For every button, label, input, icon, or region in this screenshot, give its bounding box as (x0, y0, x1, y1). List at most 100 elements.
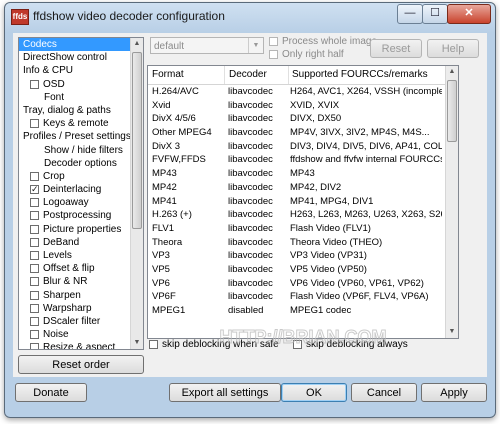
sidebar-item[interactable]: Profiles / Preset settings (19, 130, 143, 143)
scroll-down-arrow-icon[interactable]: ▼ (446, 326, 458, 338)
skip-deblocking-always-checkbox[interactable] (293, 340, 302, 349)
sidebar-item[interactable]: Font (19, 91, 143, 104)
sidebar-item[interactable]: OSD (19, 78, 143, 91)
skip-deblocking-always-option[interactable]: skip deblocking always (293, 339, 408, 350)
sidebar-item-checkbox[interactable] (30, 237, 39, 247)
sidebar-item[interactable]: Picture properties (19, 223, 143, 236)
preset-dropdown-value: default (154, 41, 185, 52)
sidebar-item[interactable]: Noise (19, 328, 143, 341)
sidebar-item[interactable]: DirectShow control (19, 51, 143, 64)
sidebar-item[interactable]: DScaler filter (19, 315, 143, 328)
scroll-down-arrow-icon[interactable]: ▼ (131, 337, 143, 349)
sidebar-item[interactable]: Levels (19, 249, 143, 262)
sidebar-item[interactable]: Tray, dialog & paths (19, 104, 143, 117)
sidebar-item[interactable]: Resize & aspect (19, 341, 143, 349)
sidebar-item[interactable]: Deinterlacing (19, 183, 143, 196)
sidebar-scrollbar[interactable]: ▲ ▼ (130, 38, 143, 349)
sidebar-item[interactable]: Decoder options (19, 157, 143, 170)
codec-fourcc-cell: DIV3, DIV4, DIV5, DIV6, AP41, COL1... (290, 140, 442, 152)
title-bar[interactable]: ffds ffdshow video decoder configuration… (5, 3, 495, 31)
sidebar-scroll-thumb[interactable] (132, 52, 142, 229)
codec-row[interactable]: DivX 3 libavcodec DIV3, DIV4, DIV5, DIV6, … (148, 140, 446, 154)
cancel-button[interactable]: Cancel (351, 383, 417, 402)
sidebar-item[interactable]: Codecs (19, 38, 143, 52)
codec-row[interactable]: FVFW,FFDS libavcodec ffdshow and ffvfw int… (148, 153, 446, 167)
sidebar-item-checkbox[interactable] (30, 264, 39, 274)
sidebar-item[interactable]: Show / hide filters (19, 144, 143, 157)
preset-dropdown[interactable]: default ▼ (150, 37, 264, 54)
sidebar-item[interactable]: DeBand (19, 236, 143, 249)
codec-row[interactable]: H.264/AVC libavcodec H264, AVC1, X264, VSS… (148, 85, 446, 99)
column-divider[interactable] (224, 66, 225, 84)
codec-row[interactable]: Theora libavcodec Theora Video (THEO) (148, 236, 446, 250)
sidebar-item[interactable]: Warpsharp (19, 302, 143, 315)
codec-row[interactable]: VP5 libavcodec VP5 Video (VP50) (148, 263, 446, 277)
codec-row[interactable]: Xvid libavcodec XVID, XVIX (148, 99, 446, 113)
codec-row[interactable]: DivX 4/5/6 libavcodec DIVX, DX50 (148, 112, 446, 126)
sidebar-item-checkbox[interactable] (30, 277, 39, 287)
codec-list-scrollbar[interactable]: ▲ ▼ (445, 66, 458, 338)
sidebar-item-label: Show / hide filters (44, 144, 123, 156)
codec-row[interactable]: VP6 libavcodec VP6 Video (VP60, VP61, VP62… (148, 277, 446, 291)
only-right-half-option[interactable]: Only right half (269, 49, 344, 60)
close-button[interactable]: ✕ (447, 4, 491, 24)
sidebar-item-checkbox[interactable] (30, 171, 39, 181)
codec-row[interactable]: Other MPEG4 libavcodec MP4V, 3IVX, 3IV2, M… (148, 126, 446, 140)
column-header-format[interactable]: Format (152, 69, 184, 80)
sidebar-item[interactable]: Keys & remote (19, 117, 143, 130)
export-all-settings-button[interactable]: Export all settings (169, 383, 281, 402)
column-header-fourccs[interactable]: Supported FOURCCs/remarks (292, 69, 428, 80)
sidebar-item-checkbox[interactable] (30, 183, 39, 196)
column-header-decoder[interactable]: Decoder (229, 69, 267, 80)
sidebar-item-checkbox[interactable] (30, 211, 39, 221)
sidebar-item-checkbox[interactable] (30, 251, 39, 260)
chevron-down-icon[interactable]: ▼ (248, 38, 263, 53)
codec-decoder-cell: libavcodec (228, 140, 273, 152)
skip-deblocking-safe-option[interactable]: skip deblocking when safe (149, 339, 279, 350)
codec-row[interactable]: MP43 libavcodec MP43 (148, 167, 446, 181)
codec-decoder-cell: libavcodec (228, 154, 273, 166)
sidebar-item[interactable]: Blur & NR (19, 275, 143, 288)
codec-list-scroll-thumb[interactable] (447, 80, 457, 142)
codec-row[interactable]: VP6F libavcodec Flash Video (VP6F, FLV4, V… (148, 290, 446, 304)
sidebar-item-checkbox[interactable] (30, 303, 39, 313)
skip-deblocking-safe-checkbox[interactable] (149, 340, 158, 349)
sidebar-item-checkbox[interactable] (30, 224, 39, 234)
reset-order-button[interactable]: Reset order (18, 355, 144, 374)
reset-button[interactable]: Reset (370, 39, 422, 58)
sidebar-item-checkbox[interactable] (30, 119, 39, 129)
codec-row[interactable]: FLV1 libavcodec Flash Video (FLV1) (148, 222, 446, 236)
sidebar-item[interactable]: Offset & flip (19, 262, 143, 275)
ok-button[interactable]: OK (281, 383, 347, 402)
only-right-half-checkbox[interactable] (269, 50, 278, 59)
donate-button[interactable]: Donate (15, 383, 87, 402)
sidebar-item-checkbox[interactable] (30, 198, 39, 208)
column-divider[interactable] (288, 66, 289, 84)
help-button[interactable]: Help (427, 39, 479, 58)
sidebar-item[interactable]: Sharpen (19, 289, 143, 302)
scroll-up-arrow-icon[interactable]: ▲ (446, 66, 458, 78)
codec-row[interactable]: MPEG1 disabled MPEG1 codec (148, 304, 446, 318)
settings-page-list[interactable]: Codecs DirectShow control Info & CPU OSD Fon… (18, 37, 144, 350)
process-whole-image-checkbox[interactable] (269, 37, 278, 46)
sidebar-item[interactable]: Postprocessing (19, 209, 143, 222)
codec-list[interactable]: Format Decoder Supported FOURCCs/remarks… (147, 65, 459, 339)
sidebar-item-checkbox[interactable] (30, 290, 39, 300)
sidebar-item[interactable]: Crop (19, 170, 143, 183)
sidebar-item-checkbox[interactable] (30, 343, 39, 349)
codec-row[interactable]: MP42 libavcodec MP42, DIV2 (148, 181, 446, 195)
sidebar-item[interactable]: Info & CPU (19, 64, 143, 77)
codec-row[interactable]: H.263 (+) libavcodec H263, L263, M263, U26… (148, 208, 446, 222)
sidebar-item-checkbox[interactable] (30, 316, 39, 326)
codec-row[interactable]: VP3 libavcodec VP3 Video (VP31) (148, 249, 446, 263)
process-whole-image-option[interactable]: Process whole image (269, 36, 377, 47)
minimize-button[interactable]: — (397, 4, 423, 24)
apply-button[interactable]: Apply (421, 383, 487, 402)
sidebar-item-checkbox[interactable] (30, 330, 39, 340)
maximize-button[interactable]: ☐ (422, 4, 448, 24)
codec-format-cell: VP3 (152, 250, 170, 262)
scroll-up-arrow-icon[interactable]: ▲ (131, 38, 143, 50)
codec-row[interactable]: MP41 libavcodec MP41, MPG4, DIV1 (148, 195, 446, 209)
sidebar-item-checkbox[interactable] (30, 79, 39, 89)
sidebar-item[interactable]: Logoaway (19, 196, 143, 209)
